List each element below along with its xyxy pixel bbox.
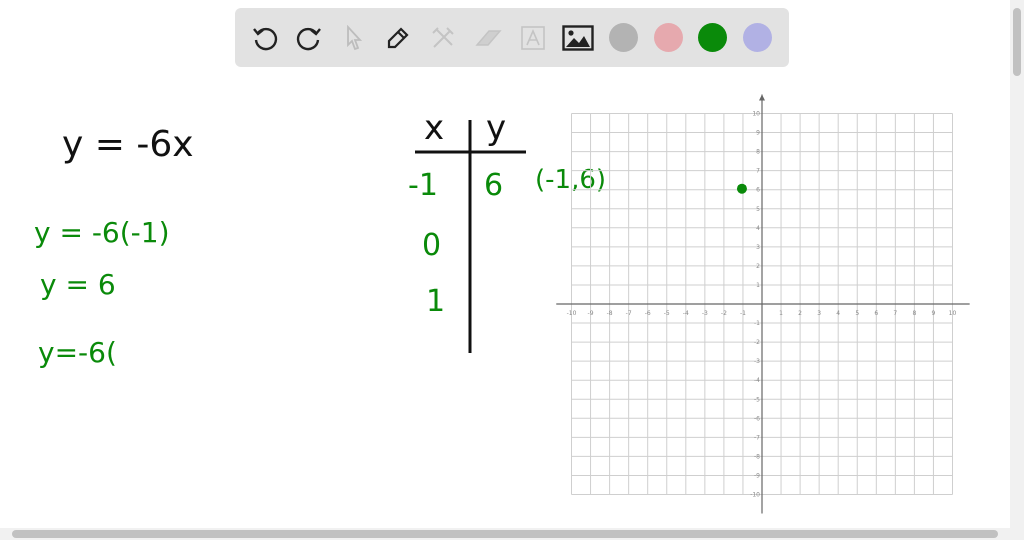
x-tick-label: -7 xyxy=(626,310,632,317)
y-tick-label: -10 xyxy=(750,492,760,499)
y-tick-label: -1 xyxy=(754,320,760,327)
y-tick-label: -7 xyxy=(754,434,760,441)
x-tick-label: 10 xyxy=(949,310,957,317)
x-tick-label: -1 xyxy=(740,310,746,317)
x-tick-label: 7 xyxy=(893,310,897,317)
x-tick-label: 6 xyxy=(874,310,878,317)
x-tick-label: -3 xyxy=(702,310,708,317)
vertical-scroll-thumb[interactable] xyxy=(1013,8,1021,76)
horizontal-scrollbar[interactable] xyxy=(0,528,1024,540)
x-tick-label: -8 xyxy=(607,310,613,317)
x-tick-label: 1 xyxy=(779,310,783,317)
x-tick-label: 5 xyxy=(855,310,859,317)
y-tick-label: 7 xyxy=(756,168,760,175)
y-tick-label: -3 xyxy=(754,358,760,365)
y-tick-label: 9 xyxy=(756,130,760,137)
y-tick-label: -8 xyxy=(754,453,760,460)
vertical-scrollbar[interactable] xyxy=(1010,0,1024,528)
horizontal-scroll-thumb[interactable] xyxy=(12,530,998,538)
x-tick-label: 2 xyxy=(798,310,802,317)
y-tick-label: 5 xyxy=(756,206,760,213)
y-axis-arrow xyxy=(759,94,765,101)
x-tick-label: 9 xyxy=(932,310,936,317)
x-tick-label: -2 xyxy=(721,310,727,317)
y-tick-label: 2 xyxy=(756,263,760,270)
x-tick-label: -6 xyxy=(645,310,651,317)
y-tick-label: -2 xyxy=(754,339,760,346)
x-tick-label: 3 xyxy=(817,310,821,317)
x-tick-label: -9 xyxy=(588,310,594,317)
coordinate-grid: -10 -9 -8 -7 -6 -5 -4 -3 -2 -1 1 2 3 4 5 6 7 8 9 10 -10 -9 -8 -… xyxy=(556,94,970,514)
x-tick-label: 4 xyxy=(836,310,840,317)
y-tick-label: 3 xyxy=(756,244,760,251)
y-tick-label: 10 xyxy=(752,111,760,118)
y-tick-label: -9 xyxy=(754,472,760,479)
x-tick-label: 8 xyxy=(912,310,916,317)
y-tick-label: -6 xyxy=(754,415,760,422)
y-tick-label: 8 xyxy=(756,149,760,156)
x-tick-label: -4 xyxy=(683,310,689,317)
x-tick-label: -5 xyxy=(664,310,670,317)
data-point xyxy=(736,183,747,194)
y-tick-label: 1 xyxy=(756,282,760,289)
x-tick-label: -10 xyxy=(567,310,577,317)
y-tick-label: -5 xyxy=(754,396,760,403)
y-tick-label: 6 xyxy=(756,187,760,194)
y-tick-label: 4 xyxy=(756,225,760,232)
y-tick-label: -4 xyxy=(754,377,760,384)
